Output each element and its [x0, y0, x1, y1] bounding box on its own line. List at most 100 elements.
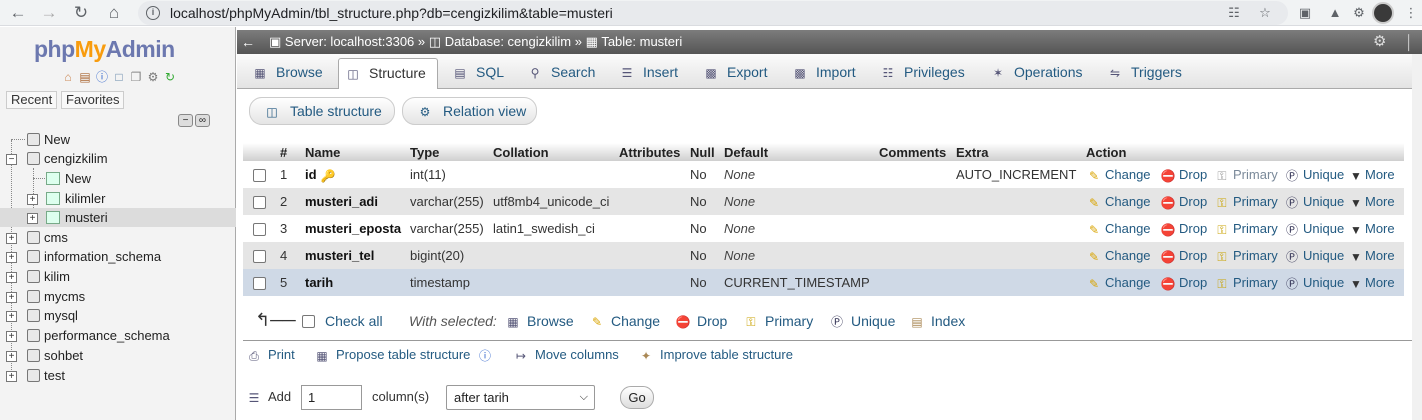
vertical-scrollbar[interactable] [1412, 54, 1422, 420]
tree-item-kilim[interactable]: + kilim [0, 267, 236, 286]
link-icon[interactable]: ∞ [195, 114, 210, 127]
favorites-tab[interactable]: Favorites [61, 91, 125, 109]
change-button[interactable]: ✎ Change [1086, 269, 1151, 296]
drop-button[interactable]: ⛔ Drop [1160, 161, 1208, 188]
profile-avatar[interactable] [1372, 2, 1394, 24]
breadcrumb-table[interactable]: Table: musteri [601, 34, 682, 49]
primary-button[interactable]: ⚿ Primary [1214, 161, 1277, 188]
tab-export[interactable]: ▩ Export [697, 58, 779, 89]
row-checkbox[interactable] [253, 169, 266, 182]
check-all-checkbox[interactable] [302, 315, 315, 328]
info-icon[interactable]: i [146, 6, 160, 20]
drop-button[interactable]: ⛔ Drop [1160, 242, 1208, 269]
move-columns-link[interactable]: ↦ Move columns [513, 345, 619, 365]
extension-icon[interactable]: ▣ [1296, 4, 1314, 22]
address-bar[interactable]: i localhost/phpMyAdmin/tbl_structure.php… [138, 1, 1288, 25]
bulk-index-button[interactable]: ▤ Index [909, 311, 965, 331]
bulk-drop-button[interactable]: ⛔ Drop [675, 311, 728, 331]
tree-item-new-table[interactable]: New [0, 169, 236, 188]
expand-icon[interactable]: + [6, 292, 17, 303]
expand-icon[interactable]: + [27, 213, 38, 224]
tab-operations[interactable]: ✶ Operations [984, 58, 1092, 89]
translate-icon[interactable]: ☷ [1225, 4, 1243, 22]
unique-button[interactable]: Ⓟ Unique [1284, 161, 1344, 188]
tab-triggers[interactable]: ⇋ Triggers [1101, 58, 1193, 89]
row-checkbox[interactable] [253, 223, 266, 236]
tree-item-mycms[interactable]: + mycms [0, 287, 236, 306]
go-button[interactable]: Go [620, 386, 654, 409]
tree-item-kilimler[interactable]: + kilimler [0, 189, 236, 208]
expand-icon[interactable]: + [6, 331, 17, 342]
help-icon[interactable]: ⓘ [94, 69, 110, 85]
collapse-all-icon[interactable]: − [178, 114, 193, 127]
tab-insert[interactable]: ☰ Insert [613, 58, 691, 89]
tab-browse[interactable]: ▦ Browse [246, 58, 338, 89]
forward-arrow-icon[interactable]: → [38, 2, 60, 24]
more-button[interactable]: ▼ More [1350, 188, 1395, 215]
row-checkbox[interactable] [253, 250, 266, 263]
recent-tab[interactable]: Recent [6, 91, 58, 109]
collapse-panel-icon[interactable]: ← [241, 30, 255, 54]
primary-button[interactable]: ⚿ Primary [1214, 269, 1277, 296]
drive-icon[interactable]: ▲ [1326, 4, 1344, 22]
tree-item-musteri[interactable]: + musteri [0, 208, 236, 227]
col-comments[interactable]: Comments [879, 143, 946, 163]
help-icon[interactable]: ⓘ [477, 345, 499, 365]
change-button[interactable]: ✎ Change [1086, 161, 1151, 188]
tab-privileges[interactable]: ☷ Privileges [874, 58, 978, 89]
expand-icon[interactable]: + [6, 311, 17, 322]
col-default[interactable]: Default [724, 143, 768, 163]
print-link[interactable]: ⎙ Print [246, 345, 295, 365]
copy-icon[interactable]: ❐ [128, 69, 144, 85]
breadcrumb-database[interactable]: Database: cengizkilim [445, 34, 571, 49]
table-structure-button[interactable]: ◫ Table structure [249, 97, 395, 125]
expand-icon[interactable]: + [6, 351, 17, 362]
back-arrow-icon[interactable]: ← [7, 2, 29, 24]
bulk-primary-button[interactable]: ⚿ Primary [743, 311, 813, 331]
propose-structure-link[interactable]: ▦ Propose table structure [314, 345, 470, 365]
expand-icon[interactable]: + [27, 194, 38, 205]
more-button[interactable]: ▼ More [1350, 269, 1395, 296]
bulk-unique-button[interactable]: Ⓟ Unique [829, 311, 895, 331]
column-position-select[interactable]: after tarih ⌵ [446, 385, 595, 410]
col-null[interactable]: Null [690, 143, 715, 163]
primary-button[interactable]: ⚿ Primary [1214, 215, 1277, 242]
col-collation[interactable]: Collation [493, 143, 549, 163]
add-column-count-input[interactable]: 1 [301, 385, 362, 410]
refresh-icon[interactable]: ↻ [162, 69, 178, 85]
collapse-icon[interactable]: − [6, 154, 17, 165]
tree-item-mysql[interactable]: + mysql [0, 306, 236, 325]
settings-icon[interactable]: ⚙ [145, 69, 161, 85]
primary-button[interactable]: ⚿ Primary [1214, 242, 1277, 269]
logout-icon[interactable]: ▤ [77, 69, 93, 85]
tree-item-cms[interactable]: + cms [0, 228, 236, 247]
breadcrumb-server[interactable]: Server: localhost:3306 [285, 34, 414, 49]
col-type[interactable]: Type [410, 143, 439, 163]
col-attributes[interactable]: Attributes [619, 143, 680, 163]
relation-view-button[interactable]: ⚙ Relation view [402, 97, 537, 125]
home-icon[interactable]: ⌂ [60, 69, 76, 85]
unique-button[interactable]: Ⓟ Unique [1284, 269, 1344, 296]
primary-button[interactable]: ⚿ Primary [1214, 188, 1277, 215]
tree-item-performance-schema[interactable]: + performance_schema [0, 326, 236, 345]
bulk-browse-button[interactable]: ▦ Browse [505, 311, 573, 331]
reload-icon[interactable]: ↻ [70, 2, 92, 24]
more-button[interactable]: ▼ More [1350, 242, 1395, 269]
tree-item-information-schema[interactable]: + information_schema [0, 247, 236, 266]
tab-search[interactable]: ⚲ Search [521, 58, 606, 89]
check-all-label[interactable]: Check all [325, 311, 383, 331]
change-button[interactable]: ✎ Change [1086, 242, 1151, 269]
drop-button[interactable]: ⛔ Drop [1160, 269, 1208, 296]
unique-button[interactable]: Ⓟ Unique [1284, 215, 1344, 242]
more-button[interactable]: ▼ More [1350, 161, 1395, 188]
unique-button[interactable]: Ⓟ Unique [1284, 188, 1344, 215]
unique-button[interactable]: Ⓟ Unique [1284, 242, 1344, 269]
drop-button[interactable]: ⛔ Drop [1160, 215, 1208, 242]
puzzle-icon[interactable]: ⚙ [1350, 4, 1368, 22]
more-button[interactable]: ▼ More [1350, 215, 1395, 242]
col-extra[interactable]: Extra [956, 143, 989, 163]
row-checkbox[interactable] [253, 277, 266, 290]
expand-icon[interactable]: + [6, 233, 17, 244]
change-button[interactable]: ✎ Change [1086, 215, 1151, 242]
expand-icon[interactable]: + [6, 272, 17, 283]
